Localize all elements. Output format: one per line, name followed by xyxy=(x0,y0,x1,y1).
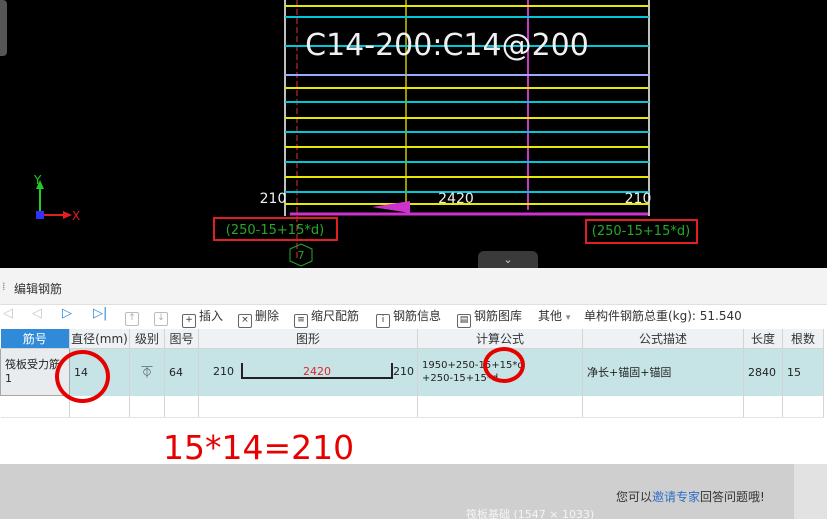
insert-button[interactable]: + 插入 xyxy=(182,307,223,328)
highlight-circle-diameter xyxy=(55,350,110,403)
total-weight: 单构件钢筋总重(kg): 51.540 xyxy=(584,309,742,323)
empty-row[interactable] xyxy=(0,395,824,418)
dimension-middle: 2420 xyxy=(438,191,474,207)
shape-mid-length: 2420 xyxy=(303,365,331,379)
cad-drawing-area[interactable]: C14-200:C14@200 210 2420 210 (250-15+15*… xyxy=(0,0,827,268)
side-strip xyxy=(794,464,827,519)
rebar-table: 筋号 直径(mm) 级别 图号 图形 计算公式 公式描述 长度 根数 筏板受力筋… xyxy=(0,329,824,418)
other-menu[interactable]: 其他 ▾ xyxy=(538,307,570,324)
axis-number: 7 xyxy=(298,249,305,262)
formula-right: (250-15+15*d) xyxy=(592,224,690,239)
cell-length[interactable]: 2840 xyxy=(743,348,783,396)
edit-rebar-panel: ⁞ 编辑钢筋 ◁ ◁ ▷ ▷| ↑ ↓ + 插入 × 删除 ≡ 缩尺配筋 i 钢筋信息 … xyxy=(0,268,827,464)
axis-y-label: Y xyxy=(33,173,42,187)
cell-figure-no[interactable]: 64 xyxy=(164,348,199,396)
chevron-down-icon: ▾ xyxy=(565,313,571,323)
shape-right-length: 210 xyxy=(393,365,414,379)
rebar-label: C14-200:C14@200 xyxy=(305,28,589,63)
highlight-circle-formula xyxy=(483,347,525,383)
col-grade[interactable]: 级别 xyxy=(129,329,165,349)
next-record-icon[interactable]: ▷ xyxy=(62,306,72,321)
move-up-icon[interactable]: ↑ xyxy=(125,307,142,326)
direction-arrow xyxy=(372,201,410,213)
col-shape[interactable]: 图形 xyxy=(198,329,418,349)
cell-formula-desc[interactable]: 净长+锚固+锚固 xyxy=(582,348,744,396)
shape-left-length: 210 xyxy=(213,365,234,379)
shape-preview: 210 2420 210 xyxy=(203,349,414,395)
col-formula-desc[interactable]: 公式描述 xyxy=(582,329,744,349)
col-length[interactable]: 长度 xyxy=(743,329,783,349)
delete-button[interactable]: × 删除 xyxy=(238,307,279,328)
page-footer: 您可以邀请专家回答问题哦! 筏板基础 (1547 × 1033) xyxy=(0,464,827,521)
toolbar: ◁ ◁ ▷ ▷| ↑ ↓ + 插入 × 删除 ≡ 缩尺配筋 i 钢筋信息 ▤ 钢筋图库 其… xyxy=(0,304,827,328)
panel-header: ⁞ 编辑钢筋 xyxy=(0,268,827,305)
cell-count[interactable]: 15 xyxy=(782,348,824,396)
col-formula[interactable]: 计算公式 xyxy=(417,329,583,349)
trash-icon: × xyxy=(238,314,252,328)
rebar-library-button[interactable]: ▤ 钢筋图库 xyxy=(457,307,522,328)
col-diameter[interactable]: 直径(mm) xyxy=(69,329,130,349)
table-header: 筋号 直径(mm) 级别 图号 图形 计算公式 公式描述 长度 根数 xyxy=(0,329,824,349)
panel-title: 编辑钢筋 xyxy=(14,282,63,296)
col-rebar-no[interactable]: 筋号 xyxy=(0,329,70,349)
col-figure-no[interactable]: 图号 xyxy=(164,329,199,349)
cell-grade[interactable]: ⏁ xyxy=(129,348,165,396)
scale-rebar-button[interactable]: ≡ 缩尺配筋 xyxy=(294,307,359,328)
col-count[interactable]: 根数 xyxy=(782,329,824,349)
insert-icon: + xyxy=(182,314,196,328)
ruler-icon: ≡ xyxy=(294,314,308,328)
first-record-icon[interactable]: ◁ xyxy=(3,306,13,321)
dimension-right: 210 xyxy=(625,191,652,207)
annotation-text: 15*14=210 xyxy=(163,428,355,467)
dimension-left: 210 xyxy=(260,191,287,207)
previous-record-icon[interactable]: ◁ xyxy=(32,306,42,321)
collapse-panel-button[interactable]: ⌄ xyxy=(478,251,538,268)
formula-left: (250-15+15*d) xyxy=(226,223,324,238)
rebar-drawing: C14-200:C14@200 210 2420 210 (250-15+15*… xyxy=(33,0,698,267)
axis-x-label: X xyxy=(72,209,80,223)
last-record-icon[interactable]: ▷| xyxy=(93,306,107,321)
rebar-info-button[interactable]: i 钢筋信息 xyxy=(376,307,441,328)
invite-expert-text: 您可以邀请专家回答问题哦! xyxy=(616,490,765,504)
library-icon: ▤ xyxy=(457,314,471,328)
cell-shape[interactable]: 210 2420 210 xyxy=(198,348,418,396)
ucs-icon xyxy=(36,180,72,219)
image-caption: 筏板基础 (1547 × 1033) xyxy=(466,508,595,521)
grip-icon[interactable]: ⁞ xyxy=(2,280,6,293)
invite-expert-link[interactable]: 邀请专家 xyxy=(652,490,700,504)
table-row[interactable]: 筏板受力筋 1 14 ⏁ 64 210 2420 210 1950+250-15… xyxy=(0,348,824,396)
info-icon: i xyxy=(376,314,390,328)
move-down-icon[interactable]: ↓ xyxy=(154,307,171,326)
